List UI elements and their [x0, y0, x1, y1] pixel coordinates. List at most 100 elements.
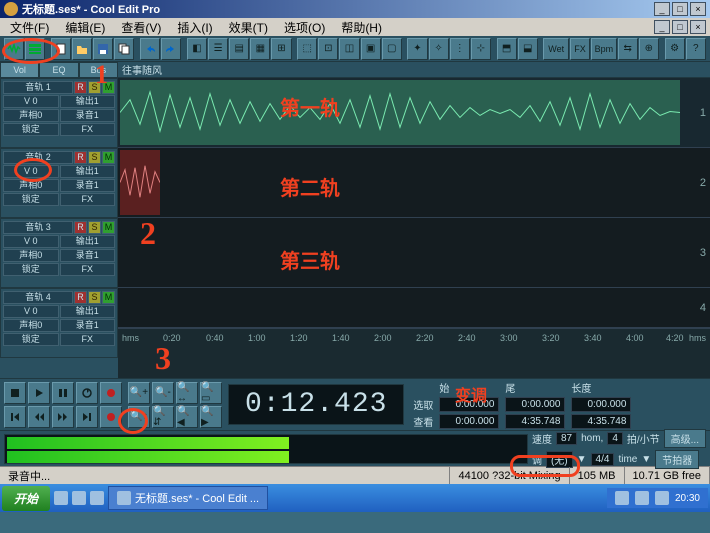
zoom-sel-left-button[interactable]: 🔍◀: [176, 406, 198, 428]
track-name-4[interactable]: 音轨 4: [3, 291, 73, 304]
tray-icon-1[interactable]: [615, 491, 629, 505]
new-button[interactable]: [51, 38, 71, 60]
track2-pan[interactable]: 声相0: [3, 179, 59, 192]
track2-vol[interactable]: V 0: [3, 165, 59, 178]
waveform-clip-2[interactable]: [120, 150, 160, 215]
settings-button[interactable]: ⚙: [665, 38, 685, 60]
tray-icon-3[interactable]: [655, 491, 669, 505]
redo-button[interactable]: [161, 38, 181, 60]
tool-button-11[interactable]: ✦: [407, 38, 427, 60]
track3-fx[interactable]: FX: [60, 263, 116, 276]
tray-icon-2[interactable]: [635, 491, 649, 505]
taskbar-item[interactable]: 无标题.ses* - Cool Edit ...: [108, 486, 268, 510]
menu-options[interactable]: 选项(O): [278, 18, 331, 37]
go-start-button[interactable]: [4, 406, 26, 428]
tool-button-17[interactable]: ⇆: [618, 38, 638, 60]
track2-mute[interactable]: M: [102, 151, 115, 164]
track3-mute[interactable]: M: [102, 221, 115, 234]
multitrack-mode-button[interactable]: [25, 38, 45, 60]
copy-button[interactable]: [114, 38, 134, 60]
track2-dev[interactable]: 录音1: [60, 179, 116, 192]
rewind-button[interactable]: [28, 406, 50, 428]
tool-button-8[interactable]: ◫: [339, 38, 359, 60]
track2-out[interactable]: 输出1: [60, 165, 116, 178]
track4-vol[interactable]: V 0: [3, 305, 59, 318]
tool-button-9[interactable]: ▣: [361, 38, 381, 60]
sel-length[interactable]: 0:00.000: [571, 397, 631, 412]
wet-button[interactable]: Wet: [543, 38, 569, 60]
tool-button-5[interactable]: ⊞: [271, 38, 291, 60]
time-ruler[interactable]: hms 0:20 0:40 1:00 1:20 1:40 2:00 2:20 2…: [118, 328, 710, 346]
tempo-speed[interactable]: 87: [556, 432, 577, 445]
quicklaunch-icon[interactable]: [54, 491, 68, 505]
track1-pan[interactable]: 声相0: [3, 109, 59, 122]
play-button[interactable]: [28, 382, 50, 404]
track3- solo[interactable]: S: [88, 221, 101, 234]
zoom-sel-button[interactable]: 🔍▭: [200, 382, 222, 404]
tool-button-18[interactable]: ⊕: [639, 38, 659, 60]
sel-end[interactable]: 0:00.000: [505, 397, 565, 412]
waveform-area[interactable]: 往事随风 1 音轨 2 2 3 4 hms 0:20 0:40 1:00 1:2…: [118, 62, 710, 378]
tool-button-14[interactable]: ⊹: [471, 38, 491, 60]
save-button[interactable]: [93, 38, 113, 60]
tool-button-1[interactable]: ◧: [187, 38, 207, 60]
waveform-mode-button[interactable]: [4, 38, 24, 60]
track3-lock[interactable]: 锁定: [3, 263, 59, 276]
quicklaunch-icon-2[interactable]: [72, 491, 86, 505]
undo-button[interactable]: [140, 38, 160, 60]
track4-lock[interactable]: 锁定: [3, 333, 59, 346]
waveform-clip-1[interactable]: [120, 80, 680, 145]
track3-vol[interactable]: V 0: [3, 235, 59, 248]
minimize-button[interactable]: _: [654, 2, 670, 16]
tool-button-15[interactable]: ⬒: [497, 38, 517, 60]
tool-button-6[interactable]: ⬚: [297, 38, 317, 60]
track2-solo[interactable]: S: [88, 151, 101, 164]
menu-insert[interactable]: 插入(I): [171, 18, 218, 37]
track4-fx[interactable]: FX: [60, 333, 116, 346]
track1-dev[interactable]: 录音1: [60, 109, 116, 122]
menu-effects[interactable]: 效果(T): [223, 18, 274, 37]
track2-record[interactable]: R: [74, 151, 87, 164]
quicklaunch-icon-3[interactable]: [90, 491, 104, 505]
menu-help[interactable]: 帮助(H): [335, 18, 388, 37]
tool-button-2[interactable]: ☰: [208, 38, 228, 60]
track-lane-1[interactable]: 1: [118, 78, 710, 148]
track-lane-3[interactable]: 3: [118, 218, 710, 288]
open-button[interactable]: [72, 38, 92, 60]
tool-button-12[interactable]: ✧: [429, 38, 449, 60]
pause-button[interactable]: [52, 382, 74, 404]
menu-edit[interactable]: 编辑(E): [59, 18, 111, 37]
key-dropdown[interactable]: (无): [546, 451, 573, 468]
tool-button-7[interactable]: ⊡: [318, 38, 338, 60]
track3-record[interactable]: R: [74, 221, 87, 234]
zoom-in-v-button[interactable]: 🔍↕: [128, 406, 150, 428]
tool-button-10[interactable]: ▢: [382, 38, 402, 60]
track2-fx[interactable]: FX: [60, 193, 116, 206]
fx-button[interactable]: FX: [570, 38, 590, 60]
mdi-close-button[interactable]: ×: [690, 20, 706, 34]
timesig-dropdown[interactable]: 4/4: [591, 453, 615, 466]
stop-button[interactable]: [4, 382, 26, 404]
track1-vol[interactable]: V 0: [3, 95, 59, 108]
zoom-full-button[interactable]: 🔍↔: [176, 382, 198, 404]
track1-fx[interactable]: FX: [60, 123, 116, 136]
track1-out[interactable]: 输出1: [60, 95, 116, 108]
zoom-in-button[interactable]: 🔍+: [128, 382, 150, 404]
track1-record[interactable]: R: [74, 81, 87, 94]
level-meter[interactable]: [4, 434, 528, 464]
maximize-button[interactable]: □: [672, 2, 688, 16]
go-end-button[interactable]: [76, 406, 98, 428]
track4-mute[interactable]: M: [102, 291, 115, 304]
track4-dev[interactable]: 录音1: [60, 319, 116, 332]
track1-mute[interactable]: M: [102, 81, 115, 94]
system-tray[interactable]: 20:30: [607, 488, 708, 508]
tempo-beats[interactable]: 4: [607, 432, 623, 445]
help-button[interactable]: ?: [686, 38, 706, 60]
track4-record[interactable]: R: [74, 291, 87, 304]
bpm-button[interactable]: Bpm: [591, 38, 617, 60]
track-name-3[interactable]: 音轨 3: [3, 221, 73, 234]
menu-view[interactable]: 查看(V): [115, 18, 167, 37]
track-name-1[interactable]: 音轨 1: [3, 81, 73, 94]
track-lane-4[interactable]: 4: [118, 288, 710, 328]
close-button[interactable]: ×: [690, 2, 706, 16]
